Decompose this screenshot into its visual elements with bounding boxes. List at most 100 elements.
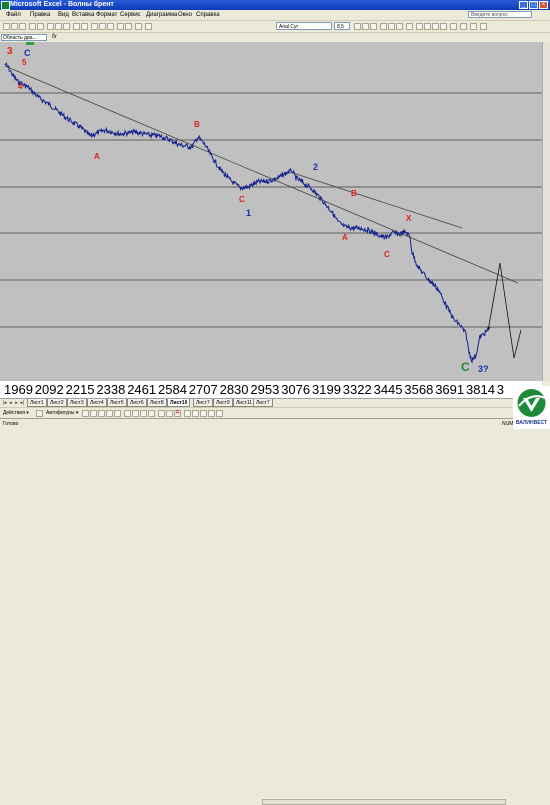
selection-handle[interactable] <box>26 42 34 45</box>
vertical-scrollbar[interactable] <box>542 42 550 381</box>
merge-icon[interactable] <box>406 23 413 30</box>
decrease-decimal-icon[interactable] <box>440 23 447 30</box>
menu-help[interactable]: Справка <box>196 10 220 20</box>
last-sheet-icon[interactable]: ▸| <box>20 400 25 406</box>
menu-tools[interactable]: Сервис <box>120 10 141 20</box>
first-sheet-icon[interactable]: |◂ <box>2 400 7 406</box>
copy-icon[interactable] <box>55 23 62 30</box>
logo-text: ВАЛИНВЕСТ <box>515 420 548 426</box>
wave-labels: 3 C54ABC12BAXCC 3? <box>7 46 489 374</box>
shadow-icon[interactable] <box>208 410 215 417</box>
logo-mark-icon <box>517 389 546 417</box>
borders-icon[interactable] <box>460 23 467 30</box>
minimize-button[interactable]: _ <box>519 1 528 9</box>
redo-icon[interactable] <box>81 23 88 30</box>
x-tick-label: 3 <box>496 382 505 397</box>
sheet-tab[interactable]: Лист11 <box>233 399 256 407</box>
sheet-tab[interactable]: Лист9 <box>213 399 233 407</box>
line-color-icon[interactable] <box>166 410 173 417</box>
align-left-icon[interactable] <box>380 23 387 30</box>
wave-label: B <box>194 120 200 129</box>
chart-wizard-icon[interactable] <box>117 23 124 30</box>
maximize-button[interactable]: □ <box>529 1 538 9</box>
prev-sheet-icon[interactable]: ◂ <box>8 400 13 406</box>
fill-color-draw-icon[interactable] <box>158 410 165 417</box>
sheet-tab[interactable]: Лист7 <box>193 399 213 407</box>
sheet-tab[interactable]: Лист7 <box>253 399 273 407</box>
help-icon[interactable] <box>145 23 152 30</box>
name-box[interactable]: Область диа... <box>1 34 47 41</box>
font-color-draw-icon[interactable]: A <box>174 410 181 417</box>
menu-edit[interactable]: Правка <box>30 10 50 20</box>
next-sheet-icon[interactable]: ▸ <box>14 400 19 406</box>
close-button[interactable]: × <box>539 1 548 9</box>
x-tick-label: 2215 <box>65 382 95 397</box>
title-bar: Microsoft Excel - Волны брент _ □ × <box>0 0 550 10</box>
percent-icon[interactable] <box>416 23 423 30</box>
save-icon[interactable] <box>19 23 26 30</box>
wordart-icon[interactable] <box>124 410 131 417</box>
menu-insert[interactable]: Вставка <box>72 10 94 20</box>
horizontal-scrollbar[interactable] <box>262 799 506 805</box>
x-tick-label: 2092 <box>34 382 64 397</box>
sheet-tab[interactable]: Лист4 <box>87 399 107 407</box>
sheet-tab[interactable]: Лист8 <box>147 399 167 407</box>
sheet-tab[interactable]: Лист3 <box>67 399 87 407</box>
sheet-tab[interactable]: Лист1 <box>27 399 47 407</box>
sum-icon[interactable] <box>91 23 98 30</box>
sheet-tab[interactable]: Лист2 <box>47 399 67 407</box>
font-size-select[interactable]: 8,5 <box>334 22 350 30</box>
font-color-icon[interactable] <box>480 23 487 30</box>
oval-icon[interactable] <box>106 410 113 417</box>
undo-icon[interactable] <box>73 23 80 30</box>
picture-icon[interactable] <box>148 410 155 417</box>
textbox-icon[interactable] <box>114 410 121 417</box>
wave-label: 3? <box>478 364 489 374</box>
line-icon[interactable] <box>82 410 89 417</box>
cut-icon[interactable] <box>47 23 54 30</box>
paste-icon[interactable] <box>63 23 70 30</box>
arrow-style-icon[interactable] <box>200 410 207 417</box>
sort-asc-icon[interactable] <box>99 23 106 30</box>
line-style-icon[interactable] <box>184 410 191 417</box>
menu-format[interactable]: Формат <box>96 10 117 20</box>
3d-icon[interactable] <box>216 410 223 417</box>
arrow-icon[interactable] <box>90 410 97 417</box>
sheet-tab[interactable]: Лист5 <box>107 399 127 407</box>
increase-decimal-icon[interactable] <box>432 23 439 30</box>
menu-window[interactable]: Окно <box>178 10 192 20</box>
chart-svg[interactable]: 3 C54ABC12BAXCC 3? <box>0 42 542 381</box>
dash-style-icon[interactable] <box>192 410 199 417</box>
fill-color-icon[interactable] <box>470 23 477 30</box>
italic-icon[interactable] <box>362 23 369 30</box>
thousands-icon[interactable] <box>424 23 431 30</box>
menu-view[interactable]: Вид <box>58 10 69 20</box>
drawing-icon[interactable] <box>125 23 132 30</box>
select-objects-icon[interactable] <box>36 410 43 417</box>
font-name-select[interactable]: Arial Cyr <box>276 22 332 30</box>
ask-question-input[interactable]: Введите вопрос <box>468 11 532 18</box>
preview-icon[interactable] <box>37 23 44 30</box>
align-center-icon[interactable] <box>388 23 395 30</box>
new-icon[interactable] <box>3 23 10 30</box>
sort-desc-icon[interactable] <box>107 23 114 30</box>
rectangle-icon[interactable] <box>98 410 105 417</box>
menu-chart[interactable]: Диаграмма <box>146 10 177 20</box>
wave-label: C <box>24 48 31 58</box>
sheet-tab[interactable]: Лист10 <box>167 399 191 407</box>
zoom-icon[interactable] <box>135 23 142 30</box>
status-bar: Готово NUM <box>0 418 550 430</box>
print-icon[interactable] <box>29 23 36 30</box>
bold-icon[interactable] <box>354 23 361 30</box>
underline-icon[interactable] <box>370 23 377 30</box>
open-icon[interactable] <box>11 23 18 30</box>
indent-icon[interactable] <box>450 23 457 30</box>
diagram-icon[interactable] <box>132 410 139 417</box>
sheet-tab[interactable]: Лист6 <box>127 399 147 407</box>
align-right-icon[interactable] <box>396 23 403 30</box>
clipart-icon[interactable] <box>140 410 147 417</box>
chart-area[interactable]: 3 C 5 4 A B C 1 2 B A X C C 3? <box>0 42 542 381</box>
menu-file[interactable]: Файл <box>6 10 21 20</box>
wave-label: A <box>342 233 348 242</box>
wave-label: B <box>351 189 357 198</box>
